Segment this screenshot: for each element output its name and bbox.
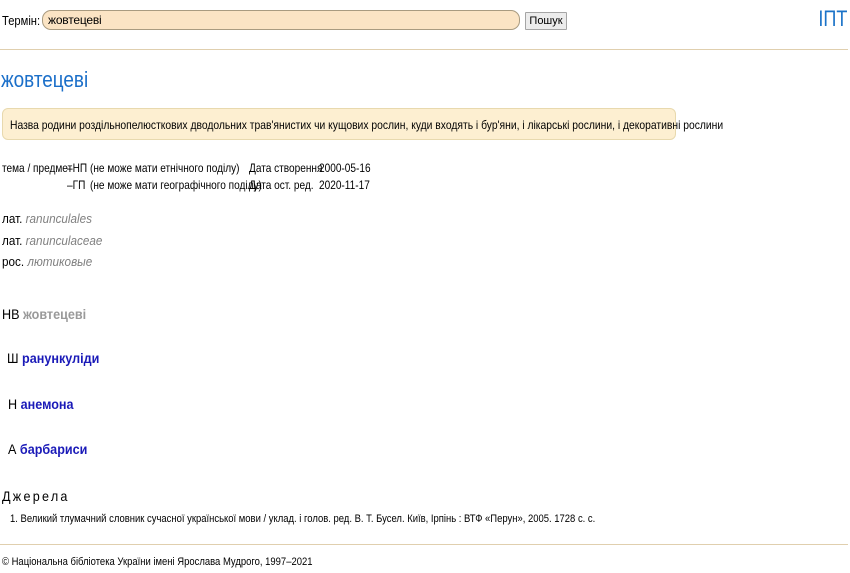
np-code: –НП (67, 161, 88, 175)
search-label: Термін: (2, 13, 41, 28)
search-input[interactable] (42, 10, 520, 30)
definition-box: Назва родини роздільнопелюсткових дводол… (2, 108, 723, 140)
gp-description: (не може мати географічного поділу) (90, 178, 262, 192)
footer-copyright: © Національна бібліотека України імені Я… (2, 556, 313, 568)
source-item: 1. Великий тлумачний словник сучасної ук… (10, 513, 596, 525)
relation-code: Н (8, 396, 18, 412)
translation-lang: рос. (2, 254, 25, 269)
translation-term: ranunculaceae (25, 233, 103, 248)
footer-divider (0, 544, 848, 545)
relation-link[interactable]: барбариси (20, 441, 87, 457)
relation-sh: Ш ранункуліди (7, 350, 99, 366)
relation-term: жовтецеві (23, 306, 87, 322)
translation-term: ranunculales (25, 211, 93, 226)
gp-code: –ГП (67, 178, 86, 192)
relation-a: А барбариси (8, 441, 87, 457)
edited-value: 2020-11-17 (319, 178, 370, 192)
translation-item: лат. ranunculales (2, 211, 92, 226)
relation-n: Н анемона (8, 396, 74, 412)
translation-term: лютиковые (27, 254, 93, 269)
np-description: (не може мати етнічного поділу) (90, 161, 240, 175)
translation-lang: лат. (2, 233, 23, 248)
search-button[interactable]: Пошук (525, 12, 567, 30)
translation-item: рос. лютиковые (2, 254, 92, 269)
relation-code: А (8, 441, 17, 457)
relation-code: Ш (7, 350, 19, 366)
translation-item: лат. ranunculaceae (2, 233, 102, 248)
site-logo[interactable]: ІПТ (818, 6, 847, 32)
term-title: жовтецеві (1, 67, 89, 92)
definition-text: Назва родини роздільнопелюсткових дводол… (10, 118, 724, 132)
header-divider (0, 49, 848, 50)
relation-nv: НВ жовтецеві (2, 306, 86, 322)
relation-code: НВ (2, 306, 20, 322)
relation-link[interactable]: ранункуліди (22, 350, 99, 366)
edited-label: Дата ост. ред. (249, 178, 314, 192)
created-value: 2000-05-16 (319, 161, 371, 175)
relation-link[interactable]: анемона (21, 396, 74, 412)
category-label: тема / предмет (2, 161, 73, 175)
translation-lang: лат. (2, 211, 23, 226)
sources-title: Джерела (2, 488, 70, 504)
created-label: Дата створення (249, 161, 323, 175)
